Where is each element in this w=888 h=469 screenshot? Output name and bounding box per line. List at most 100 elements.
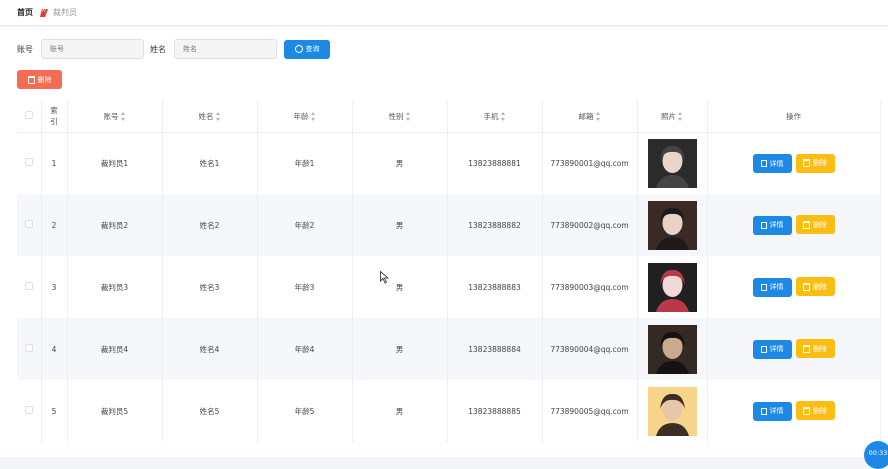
avatar[interactable] <box>647 386 697 436</box>
avatar[interactable] <box>647 324 697 374</box>
name-input[interactable] <box>174 39 277 59</box>
detail-button[interactable]: 详情 <box>752 277 792 297</box>
avatar[interactable] <box>647 138 697 188</box>
cell-email: 773890002@qq.com <box>542 194 638 256</box>
document-icon <box>760 160 767 167</box>
delete-button[interactable]: 删除 <box>795 215 835 235</box>
detail-button-label: 详情 <box>769 221 784 230</box>
cell-photo <box>637 132 708 194</box>
breadcrumb-current: 裁判员 <box>53 8 77 17</box>
sort-icon[interactable] <box>120 112 126 122</box>
cell-index: 2 <box>41 194 68 256</box>
delete-button[interactable]: 删除 <box>795 401 835 421</box>
row-checkbox[interactable] <box>24 220 33 228</box>
select-all-cell <box>17 101 42 133</box>
delete-button-label: 删除 <box>813 220 827 229</box>
detail-button[interactable]: 详情 <box>752 215 792 235</box>
select-all-checkbox[interactable] <box>24 111 33 120</box>
breadcrumb-home[interactable]: 首页 <box>17 7 33 18</box>
breadcrumb: 首页 裁判员 <box>0 0 888 26</box>
sort-icon[interactable] <box>678 112 683 122</box>
table-row[interactable]: 5 裁判员5 姓名5 年龄5 男 13823888885 773890005@qq.com 详… <box>17 380 881 442</box>
table-row[interactable]: 1 裁判员1 姓名1 年龄1 男 13823888881 773890001@qq.com 详… <box>17 132 881 194</box>
document-icon <box>760 345 767 353</box>
cell-actions: 详情 删除 <box>707 194 881 256</box>
cell-age: 年龄4 <box>257 318 353 380</box>
query-button[interactable]: 查询 <box>284 39 330 59</box>
account-input[interactable] <box>41 39 144 59</box>
cell-phone: 13823888884 <box>447 318 543 380</box>
detail-button[interactable]: 详情 <box>752 339 792 359</box>
cell-email: 773890004@qq.com <box>542 318 638 380</box>
cell-actions: 详情 删除 <box>707 318 881 380</box>
row-select-cell <box>17 380 42 442</box>
detail-button-label: 详情 <box>769 407 784 416</box>
delete-button-label: 删除 <box>813 406 827 415</box>
cell-photo <box>637 318 708 380</box>
cell-gender: 男 <box>352 256 448 318</box>
trash-icon <box>803 406 810 415</box>
cell-account: 裁判员2 <box>67 194 163 256</box>
batch-delete-button[interactable]: 删除 <box>17 70 62 89</box>
delete-button[interactable]: 删除 <box>795 339 835 359</box>
header-gender[interactable]: 性别 <box>352 101 448 133</box>
delete-button[interactable]: 删除 <box>795 153 835 173</box>
avatar[interactable] <box>647 200 697 250</box>
table-header-row: 索引 账号 姓名 年龄 性别 手机 邮箱 照片 操作 <box>17 101 881 133</box>
sort-icon[interactable] <box>405 112 411 122</box>
avatar[interactable] <box>647 262 697 312</box>
trash-icon <box>803 282 810 291</box>
trash-icon <box>803 344 810 353</box>
mouse-cursor-icon <box>380 271 389 284</box>
cell-actions: 详情 删除 <box>707 256 881 318</box>
cell-photo <box>637 380 708 442</box>
row-checkbox[interactable] <box>24 158 33 167</box>
table-row[interactable]: 2 裁判员2 姓名2 年龄2 男 13823888882 773890002@qq.com 详… <box>17 194 881 256</box>
cell-age: 年龄5 <box>257 380 353 442</box>
table-row[interactable]: 3 裁判员3 姓名3 年龄3 男 13823888883 773890003@qq.com 详… <box>17 256 881 318</box>
cell-email: 773890003@qq.com <box>542 256 638 318</box>
row-select-cell <box>17 256 42 318</box>
cell-age: 年龄3 <box>257 256 353 318</box>
document-icon <box>760 283 767 291</box>
cell-index: 3 <box>41 256 68 318</box>
sort-icon[interactable] <box>595 112 601 122</box>
cell-phone: 13823888885 <box>447 380 543 442</box>
sort-icon[interactable] <box>500 112 506 122</box>
delete-button[interactable]: 删除 <box>795 277 835 297</box>
timer-badge: 00:33 <box>864 441 888 469</box>
row-checkbox[interactable] <box>24 282 33 290</box>
row-checkbox[interactable] <box>24 344 33 352</box>
document-icon <box>760 221 767 229</box>
header-actions: 操作 <box>707 101 881 133</box>
detail-button[interactable]: 详情 <box>752 154 792 173</box>
detail-button[interactable]: 详情 <box>752 401 792 421</box>
sort-icon[interactable] <box>215 112 221 122</box>
header-age[interactable]: 年龄 <box>257 101 353 133</box>
table-row[interactable]: 4 裁判员4 姓名4 年龄4 男 13823888884 773890004@qq.com 详… <box>17 318 881 380</box>
trash-icon <box>803 159 810 167</box>
row-checkbox[interactable] <box>24 406 33 414</box>
cell-index: 5 <box>41 380 68 442</box>
cell-name: 姓名4 <box>162 318 258 380</box>
cell-account: 裁判员1 <box>67 132 163 194</box>
cell-age: 年龄1 <box>257 132 353 194</box>
row-select-cell <box>17 194 42 256</box>
main-content: 账号 姓名 查询 删除 索引 账号 姓名 年龄 性别 手机 邮箱 <box>0 27 888 457</box>
cell-photo <box>637 194 708 256</box>
cell-name: 姓名1 <box>162 132 258 194</box>
sort-icon[interactable] <box>310 112 316 122</box>
row-select-cell <box>17 132 42 194</box>
header-phone[interactable]: 手机 <box>447 101 543 133</box>
cell-gender: 男 <box>352 380 448 442</box>
batch-delete-label: 删除 <box>37 75 52 84</box>
cell-gender: 男 <box>352 318 448 380</box>
header-photo[interactable]: 照片 <box>637 101 708 133</box>
header-index: 索引 <box>41 101 68 133</box>
detail-button-label: 详情 <box>769 159 784 168</box>
cell-account: 裁判员5 <box>67 380 163 442</box>
logo-icon <box>39 8 49 18</box>
header-name[interactable]: 姓名 <box>162 101 258 133</box>
header-email[interactable]: 邮箱 <box>542 101 638 133</box>
header-account[interactable]: 账号 <box>67 101 163 133</box>
